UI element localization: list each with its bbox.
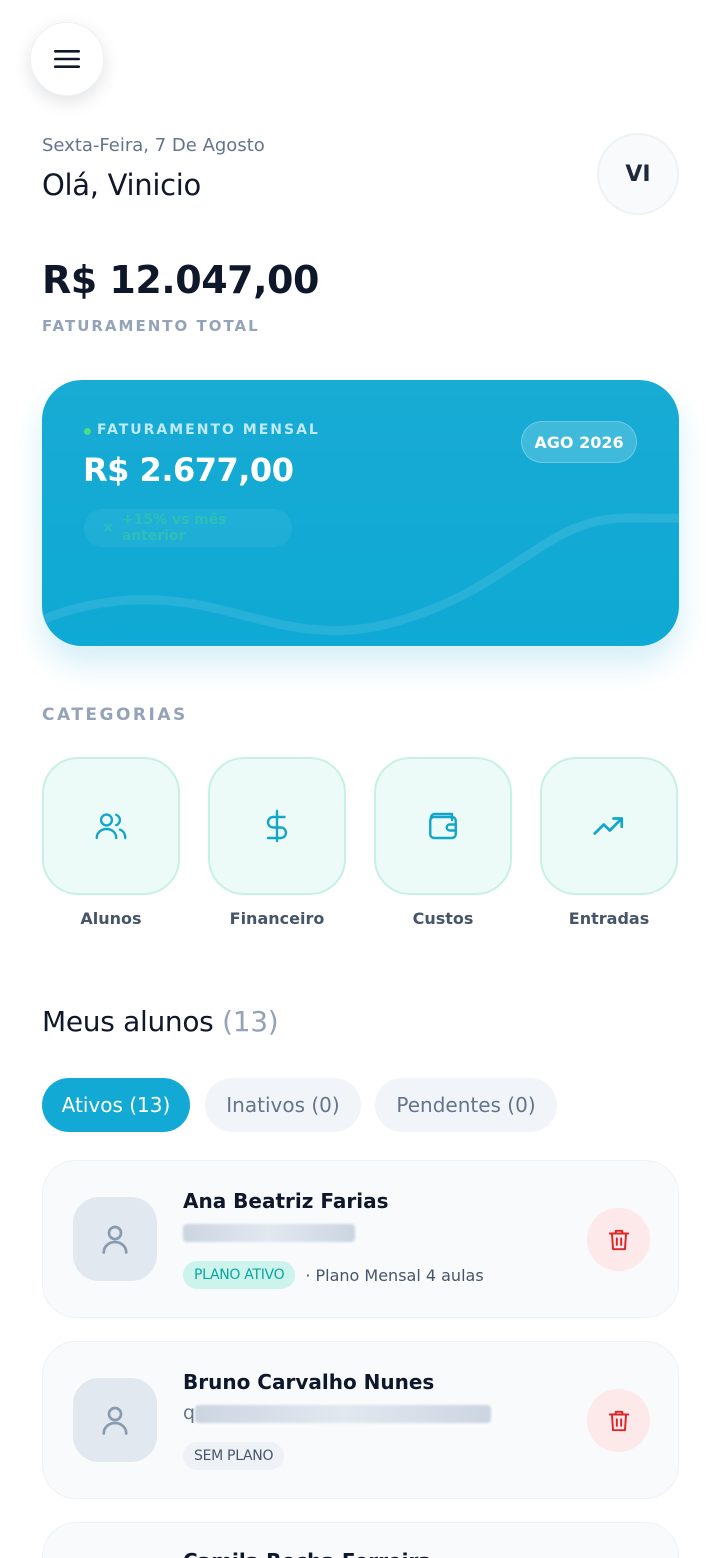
category-icon-box[interactable] (374, 757, 512, 895)
trend-up-icon: × (102, 520, 114, 536)
student-card[interactable]: Ana Beatriz Farias PLANO ATIVO · Plano M… (42, 1160, 679, 1318)
tab-ativos[interactable]: Ativos (13) (42, 1078, 190, 1132)
redacted-email (183, 1223, 355, 1242)
trend-badge: × +15% vs mês anterior (84, 509, 292, 547)
category-label: Alunos (80, 909, 142, 928)
delete-student-button[interactable] (587, 1208, 650, 1271)
category-icon-box[interactable] (208, 757, 346, 895)
current-date: Sexta-Feira, 7 De Agosto (42, 135, 265, 156)
category-label: Financeiro (229, 909, 325, 928)
users-icon (95, 813, 127, 840)
student-plan-info: SEM PLANO (183, 1442, 285, 1470)
delete-student-button[interactable] (587, 1389, 650, 1452)
student-name: Camila Rocha Ferreira (183, 1549, 432, 1558)
live-indicator-dot (84, 428, 91, 435)
total-revenue-label: FATURAMENTO TOTAL (42, 317, 260, 335)
plan-status-badge: PLANO ATIVO (183, 1261, 296, 1289)
monthly-revenue-value: R$ 2.677,00 (83, 451, 294, 489)
redacted-email (195, 1404, 492, 1423)
greeting: Olá, Vinicio (42, 168, 201, 202)
category-icon-box[interactable] (540, 757, 678, 895)
students-section-title: Meus alunos (13) (42, 1005, 279, 1038)
total-revenue-value: R$ 12.047,00 (42, 258, 319, 302)
category-financeiro[interactable]: Financeiro (208, 757, 346, 928)
tab-pendentes[interactable]: Pendentes (0) (375, 1078, 557, 1132)
trending-up-icon (593, 817, 624, 835)
categories-title: CATEGORIAS (42, 705, 188, 725)
plan-name: · Plano Mensal 4 aulas (305, 1265, 484, 1285)
category-custos[interactable]: Custos (374, 757, 512, 928)
category-alunos[interactable]: Alunos (42, 757, 180, 928)
student-plan-info: PLANO ATIVO · Plano Mensal 4 aulas (183, 1261, 484, 1289)
students-count: (13) (222, 1005, 279, 1038)
student-card[interactable]: Bruno Carvalho Nunes q SEM PLANO (42, 1341, 679, 1499)
user-icon (102, 1225, 128, 1254)
category-entradas[interactable]: Entradas (540, 757, 678, 928)
students-title-text: Meus alunos (42, 1005, 214, 1038)
monthly-revenue-label: FATURAMENTO MENSAL (97, 422, 320, 438)
user-icon (102, 1406, 128, 1435)
student-email: q (183, 1402, 492, 1424)
category-icon-box[interactable] (42, 757, 180, 895)
user-avatar[interactable]: VI (597, 133, 679, 215)
email-prefix: q (183, 1402, 196, 1424)
category-label: Entradas (568, 909, 650, 928)
student-avatar (73, 1378, 157, 1462)
trash-icon (608, 1410, 629, 1431)
trend-text: +15% vs mês anterior (121, 512, 227, 544)
student-avatar (73, 1197, 157, 1281)
menu-button[interactable] (30, 22, 104, 96)
monthly-revenue-card[interactable]: FATURAMENTO MENSAL R$ 2.677,00 AGO 2026 … (42, 380, 679, 646)
wallet-icon (429, 812, 457, 840)
student-email (183, 1221, 355, 1243)
student-name: Bruno Carvalho Nunes (183, 1370, 435, 1394)
dollar-icon (266, 809, 288, 843)
student-card[interactable]: Camila Rocha Ferreira (42, 1522, 679, 1558)
hamburger-icon (54, 50, 80, 68)
plan-status-badge: SEM PLANO (183, 1442, 285, 1470)
tab-inativos[interactable]: Inativos (0) (205, 1078, 361, 1132)
period-badge[interactable]: AGO 2026 (521, 421, 637, 463)
category-label: Custos (412, 909, 474, 928)
student-name: Ana Beatriz Farias (183, 1189, 389, 1213)
trash-icon (608, 1229, 629, 1250)
